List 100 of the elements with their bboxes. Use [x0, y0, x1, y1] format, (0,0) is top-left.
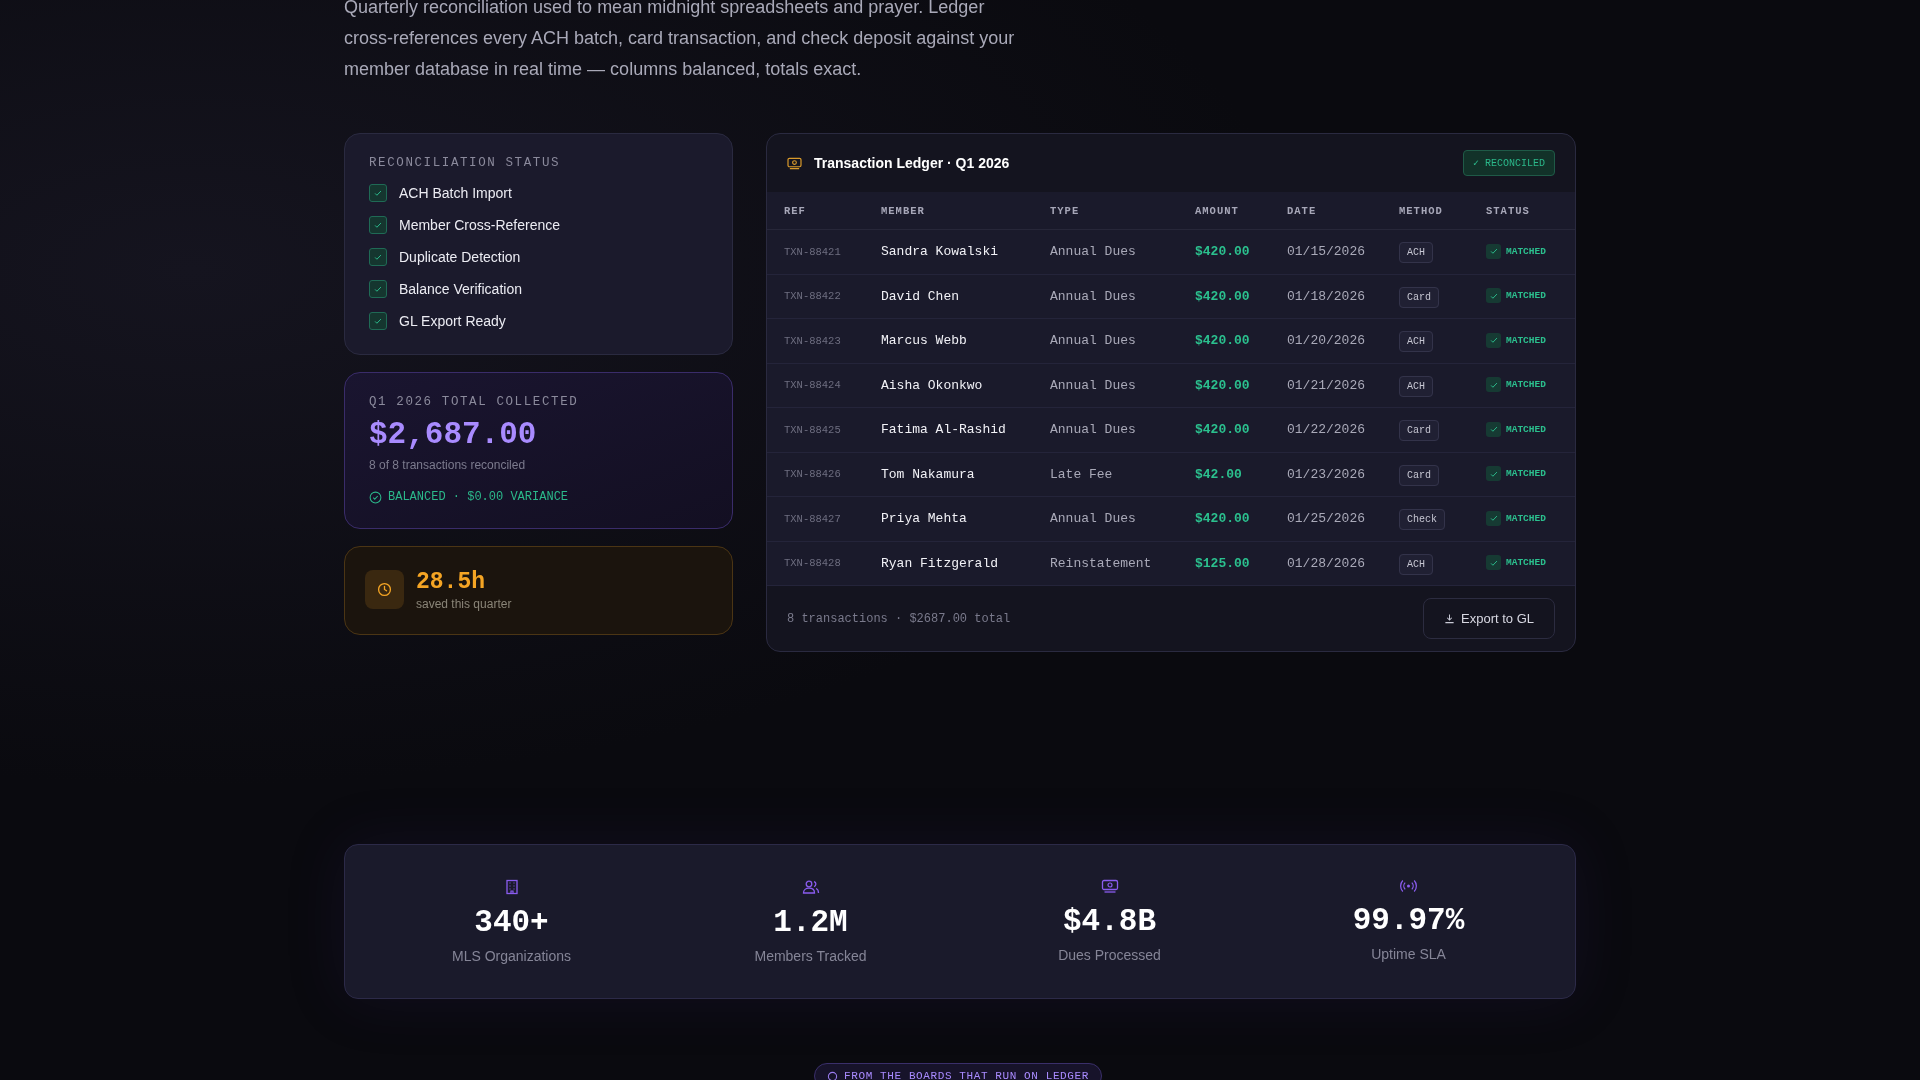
method-tag: Card — [1399, 286, 1439, 308]
check-icon — [373, 220, 383, 230]
checklist-label: Duplicate Detection — [399, 249, 521, 265]
table-cell: Fatima Al-Rashid — [864, 407, 1033, 452]
table-cell: 01/21/2026 — [1270, 363, 1382, 408]
table-cell: Annual Dues — [1033, 363, 1178, 408]
table-cell: TXN-88423 — [767, 318, 864, 363]
table-cell: Reinstatement — [1033, 541, 1178, 586]
method-tag: Card — [1399, 464, 1439, 486]
table-cell: Ryan Fitzgerald — [864, 541, 1033, 586]
export-button[interactable]: Export to GL — [1423, 598, 1555, 639]
intro-paragraph: Quarterly reconciliation used to mean midnight spreadsheets and prayer. Ledger cross-references every ACH batch, card transaction, and check deposit against your member database in real time — columns balanced, totals exact. — [344, 0, 1016, 81]
users-icon — [801, 879, 820, 895]
check-icon — [373, 188, 383, 198]
column-header: TYPE — [1033, 192, 1178, 230]
clock-icon — [365, 570, 404, 609]
checklist-label: GL Export Ready — [399, 313, 506, 329]
table-cell: Annual Dues — [1033, 318, 1178, 363]
table-cell: Annual Dues — [1033, 496, 1178, 541]
status-label: MATCHED — [1506, 512, 1546, 524]
table-cell: Late Fee — [1033, 452, 1178, 497]
column-header: AMOUNT — [1178, 192, 1270, 230]
stat-value: 1.2M — [773, 905, 848, 940]
table-cell: Tom Nakamura — [864, 452, 1033, 497]
table-cell: 01/23/2026 — [1270, 452, 1382, 497]
table-cell: Annual Dues — [1033, 229, 1178, 274]
table-cell: Marcus Webb — [864, 318, 1033, 363]
checklist-label: Member Cross-Reference — [399, 217, 561, 233]
table-cell: Annual Dues — [1033, 274, 1178, 319]
column-header: STATUS — [1469, 192, 1575, 230]
table-cell: $42.00 — [1178, 452, 1270, 497]
table-cell: $420.00 — [1178, 363, 1270, 408]
column-header: METHOD — [1382, 192, 1469, 230]
method-tag: ACH — [1399, 553, 1433, 575]
status-label: MATCHED — [1506, 334, 1546, 346]
check-icon — [373, 252, 383, 262]
table-cell: TXN-88421 — [767, 229, 864, 274]
table-cell: TXN-88427 — [767, 496, 864, 541]
testimonial-badge: FROM THE BOARDS THAT RUN ON LEDGER — [814, 1063, 1102, 1080]
table-cell: Aisha Okonkwo — [864, 363, 1033, 408]
stat-label: Uptime SLA — [1371, 946, 1446, 962]
table-cell: $125.00 — [1178, 541, 1270, 586]
table-cell: Annual Dues — [1033, 407, 1178, 452]
table-cell: TXN-88428 — [767, 541, 864, 586]
status-label: MATCHED — [1506, 379, 1546, 390]
stat-label: MLS Organizations — [451, 948, 572, 964]
broadcast-icon — [1399, 879, 1418, 893]
stat-label: Dues Processed — [1058, 947, 1161, 963]
hours-saved: 28.5h — [416, 568, 486, 595]
table-cell: David Chen — [864, 274, 1033, 319]
status-label: MATCHED — [1506, 245, 1546, 257]
table-cell: 01/15/2026 — [1270, 229, 1382, 274]
method-tag: ACH — [1399, 375, 1433, 397]
checklist-label: ACH Batch Import — [399, 185, 512, 201]
table-cell: TXN-88424 — [767, 363, 864, 408]
download-icon — [1444, 613, 1455, 624]
column-header: REF — [767, 192, 864, 230]
building-icon — [503, 879, 520, 895]
stat-value: $4.8B — [1063, 904, 1156, 939]
table-cell: TXN-88425 — [767, 407, 864, 452]
status-label: MATCHED — [1506, 423, 1546, 435]
ledger-title: Transaction Ledger · Q1 2026 — [814, 155, 1010, 171]
table-cell: 01/22/2026 — [1270, 407, 1382, 452]
table-cell: $420.00 — [1178, 229, 1270, 274]
check-icon — [373, 316, 383, 326]
status-label: MATCHED — [1506, 557, 1546, 568]
balance-status: BALANCED · $0.00 VARIANCE — [388, 490, 569, 504]
status-label: MATCHED — [1506, 468, 1546, 479]
table-cell: TXN-88422 — [767, 274, 864, 319]
method-tag: Check — [1399, 509, 1445, 531]
total-amount: $2,687.00 — [369, 417, 538, 452]
checklist-label: Balance Verification — [399, 281, 522, 297]
check-circle-icon — [369, 490, 382, 504]
reconciled-badge: ✓ RECONCILED — [1462, 150, 1555, 176]
method-tag: ACH — [1399, 331, 1433, 353]
method-tag: Card — [1399, 420, 1439, 442]
table-cell: TXN-88426 — [767, 452, 864, 497]
table-cell: $420.00 — [1178, 496, 1270, 541]
table-cell: $420.00 — [1178, 318, 1270, 363]
table-cell: Sandra Kowalski — [864, 229, 1033, 274]
status-label: MATCHED — [1506, 290, 1546, 301]
total-subtitle: 8 of 8 transactions reconciled — [369, 458, 527, 472]
stat-value: 340+ — [474, 905, 549, 940]
stat-value: 99.97% — [1352, 903, 1465, 938]
table-cell: 01/20/2026 — [1270, 318, 1382, 363]
method-tag: ACH — [1399, 242, 1433, 264]
money-icon — [1100, 879, 1119, 894]
stat-label: Members Tracked — [754, 948, 867, 964]
table-cell: 01/18/2026 — [1270, 274, 1382, 319]
table-cell: Priya Mehta — [864, 496, 1033, 541]
money-icon — [787, 156, 802, 170]
table-cell: 01/25/2026 — [1270, 496, 1382, 541]
card-heading: RECONCILIATION STATUS — [369, 156, 562, 170]
table-cell: $420.00 — [1178, 407, 1270, 452]
ledger-summary: 8 transactions · $2687.00 total — [787, 611, 1011, 626]
hours-caption: saved this quarter — [416, 596, 512, 611]
card-heading: Q1 2026 TOTAL COLLECTED — [369, 395, 580, 409]
column-header: DATE — [1270, 192, 1382, 230]
table-cell: 01/28/2026 — [1270, 541, 1382, 586]
column-header: MEMBER — [864, 192, 1033, 230]
